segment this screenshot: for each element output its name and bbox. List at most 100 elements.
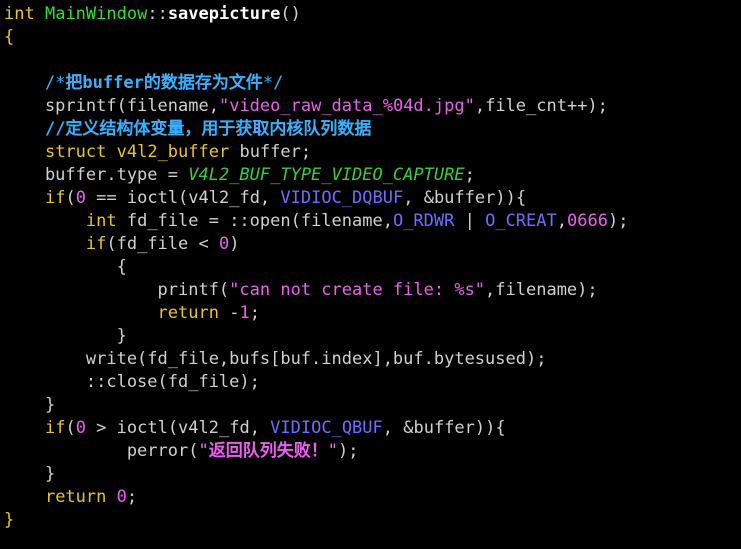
code-token: ": [198, 441, 209, 461]
code-token: O_CREAT: [485, 211, 557, 231]
code-token: |: [454, 211, 486, 231]
code-token: 0: [75, 418, 86, 438]
code-token: V4L2_BUF_TYPE_VIDEO_CAPTURE: [188, 165, 465, 185]
code-token: return: [44, 487, 107, 507]
code-line: buffer.type = V4L2_BUF_TYPE_VIDEO_CAPTUR…: [4, 164, 628, 187]
code-token: , &buffer)){: [403, 188, 527, 208]
code-token: v4l2_buffer: [116, 142, 230, 162]
code-token: "can not create file: %s": [229, 280, 486, 300]
code-token: (): [280, 4, 301, 24]
code-line: struct v4l2_buffer buffer;: [4, 141, 628, 164]
code-line: printf("can not create file: %s",filenam…: [4, 279, 628, 302]
code-token: }: [4, 326, 127, 346]
code-token: ::close(fd_file);: [4, 372, 260, 392]
code-token: ;: [126, 487, 138, 507]
code-token: perror(: [4, 441, 199, 461]
code-token: printf(: [4, 280, 230, 300]
code-token: savepicture: [167, 4, 281, 24]
code-token: MainWindow: [44, 4, 148, 24]
code-token: if: [44, 188, 66, 208]
code-token: VIDIOC_QBUF: [270, 418, 383, 438]
code-line: return 0;: [4, 486, 628, 509]
code-line: perror("返回队列失败！");: [4, 440, 628, 463]
code-token: int: [85, 211, 117, 231]
code-token: int: [4, 4, 35, 24]
code-token: O_RDWR: [392, 211, 455, 231]
code-line: if(0 == ioctl(v4l2_fd, VIDIOC_DQBUF, &bu…: [4, 187, 628, 210]
code-token: //定义结构体变量，用于获取内核队列数据: [44, 119, 372, 139]
code-token: /*: [44, 73, 66, 93]
code-token: 0: [116, 487, 127, 507]
code-line: /*把buffer的数据存为文件*/: [4, 72, 628, 95]
code-token: {: [4, 257, 127, 277]
code-token: ": [327, 441, 338, 461]
code-token: */: [262, 73, 284, 93]
code-line: return -1;: [4, 302, 628, 325]
code-line: {: [4, 26, 628, 49]
code-line: sprintf(filename,"video_raw_data_%04d.jp…: [4, 95, 628, 118]
code-token: return: [157, 303, 219, 323]
code-token: ::: [147, 4, 168, 24]
code-token: 0666: [567, 211, 608, 231]
code-token: buffer;: [229, 142, 312, 162]
code-line: }: [4, 463, 628, 486]
code-token: 1: [239, 303, 250, 323]
code-token: ): [229, 234, 240, 254]
code-line: }: [4, 509, 628, 532]
code-token: 把buffer的数据存为文件: [65, 73, 263, 93]
code-line: }: [4, 394, 628, 417]
code-token: VIDIOC_DQBUF: [280, 188, 404, 208]
code-token: (: [116, 96, 127, 116]
code-line: //定义结构体变量，用于获取内核队列数据: [4, 118, 628, 141]
code-token: {: [4, 27, 15, 47]
code-token: write(fd_file,bufs[buf.index],buf.bytesu…: [4, 349, 547, 369]
code-token: > ioctl(v4l2_fd,: [85, 418, 271, 438]
code-line: }: [4, 325, 628, 348]
code-token: if: [85, 234, 107, 254]
code-token: ;: [464, 165, 475, 185]
code-token: ,file_cnt++);: [474, 96, 608, 116]
code-block: int MainWindow::savepicture(){​ /*把buffe…: [4, 3, 628, 532]
code-token: filename,: [126, 96, 219, 116]
code-token: struct: [44, 142, 107, 162]
code-line: if(fd_file < 0): [4, 233, 628, 256]
code-token: 返回队列失败！: [208, 441, 328, 461]
code-token: }: [4, 464, 56, 484]
code-token: 0: [218, 234, 230, 254]
code-token: (: [65, 418, 76, 438]
code-token: -: [218, 303, 240, 323]
code-token: ,: [556, 211, 567, 231]
code-token: (: [65, 188, 76, 208]
code-token: );: [607, 211, 629, 231]
code-line: {: [4, 256, 628, 279]
code-line: ::close(fd_file);: [4, 371, 628, 394]
code-line: int MainWindow::savepicture(): [4, 3, 628, 26]
code-line: ​: [4, 49, 628, 72]
code-line: int fd_file = ::open(filename,O_RDWR | O…: [4, 210, 629, 233]
code-token: if: [44, 418, 66, 438]
code-token: ;: [249, 303, 260, 323]
code-token: , &buffer)){: [382, 418, 506, 438]
code-token: buffer.type =: [4, 165, 189, 185]
code-line: write(fd_file,bufs[buf.index],buf.bytesu…: [4, 348, 628, 371]
code-line: if(0 > ioctl(v4l2_fd, VIDIOC_QBUF, &buff…: [4, 417, 628, 440]
code-token: ,filename);: [485, 280, 598, 300]
code-editor[interactable]: int MainWindow::savepicture(){​ /*把buffe…: [0, 0, 741, 549]
code-token: );: [337, 441, 359, 461]
code-token: }: [4, 395, 56, 415]
code-token: == ioctl(v4l2_fd,: [85, 188, 281, 208]
code-token: fd_file = ::open(filename,: [116, 211, 393, 231]
code-token: (fd_file <: [106, 234, 219, 254]
code-token: 0: [75, 188, 86, 208]
code-token: "video_raw_data_%04d.jpg": [218, 96, 475, 116]
